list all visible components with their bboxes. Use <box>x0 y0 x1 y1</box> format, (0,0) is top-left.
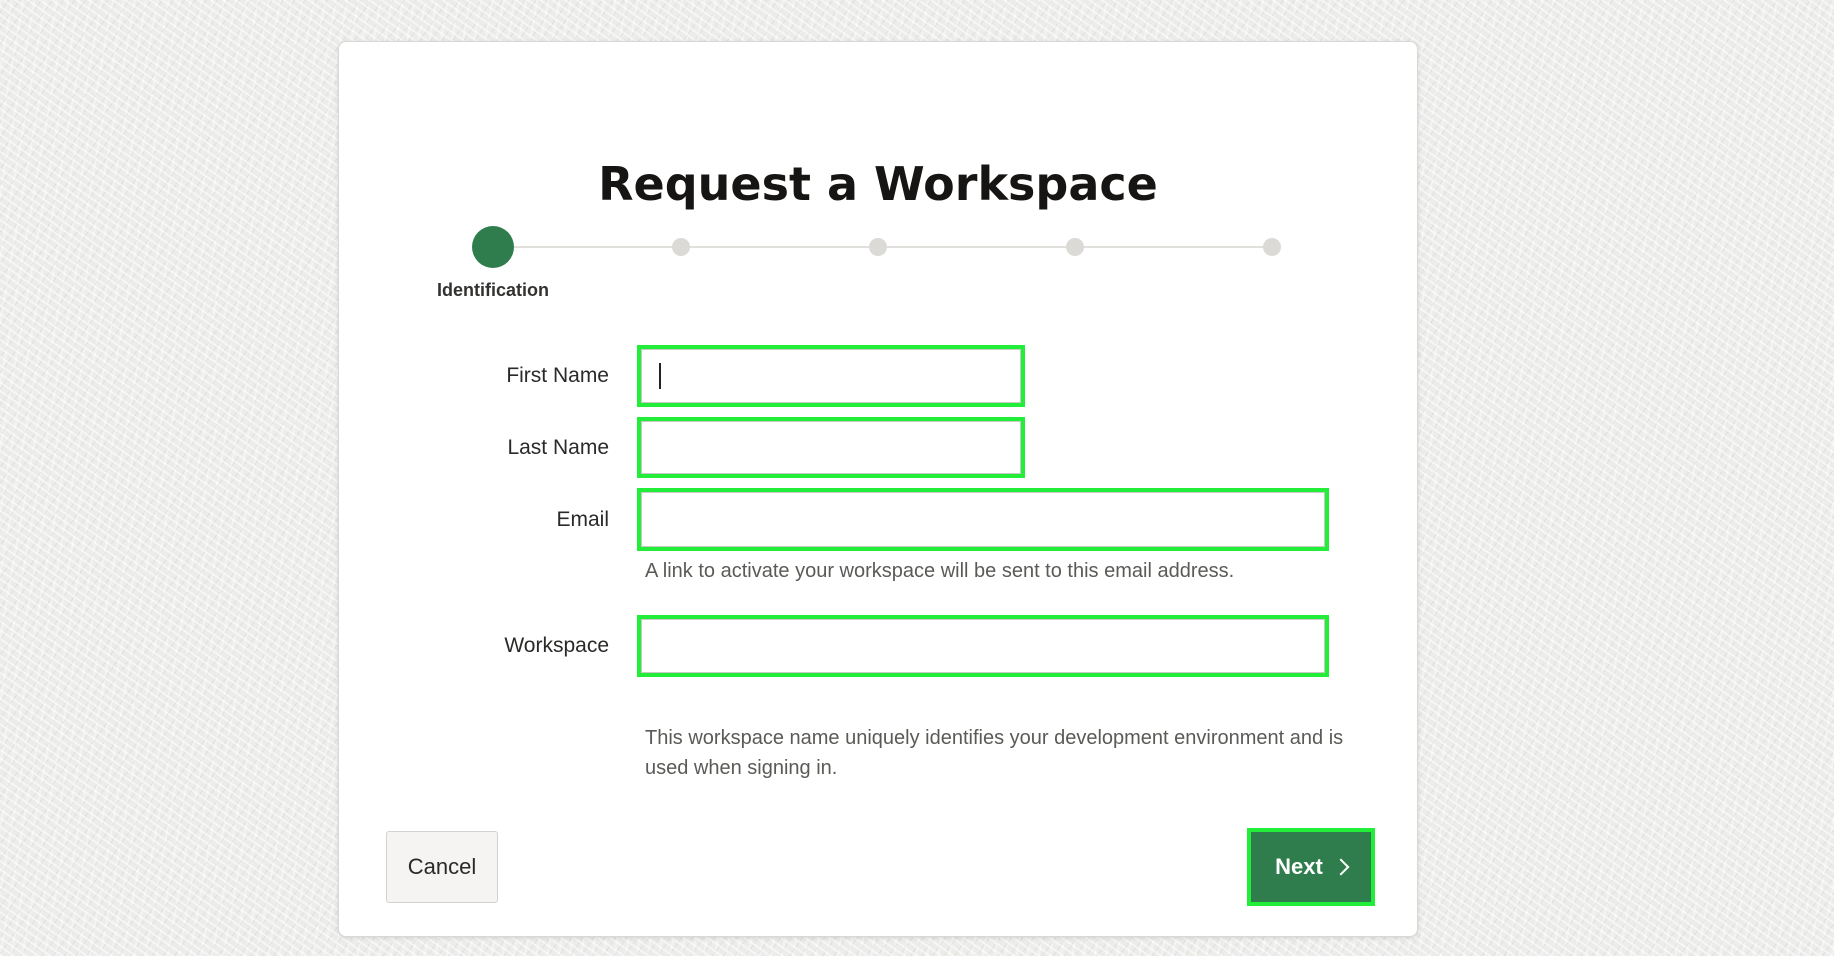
next-button[interactable]: Next <box>1247 828 1375 906</box>
wizard-step-5[interactable] <box>1263 238 1281 256</box>
last-name-input[interactable] <box>641 421 1021 474</box>
wizard-step-3[interactable] <box>869 238 887 256</box>
first-name-field-wrapper <box>637 345 1025 407</box>
workspace-label: Workspace <box>504 634 609 657</box>
last-name-field-wrapper <box>637 417 1025 478</box>
text-cursor <box>659 363 661 389</box>
request-workspace-dialog: Request a Workspace Identification First… <box>338 41 1418 937</box>
first-name-input[interactable] <box>641 349 1021 403</box>
first-name-label: First Name <box>506 364 609 387</box>
workspace-field-wrapper <box>637 615 1329 677</box>
wizard-step-identification[interactable] <box>472 226 514 268</box>
page-title: Request a Workspace <box>598 157 1158 211</box>
email-label: Email <box>556 508 609 531</box>
last-name-label: Last Name <box>507 436 609 459</box>
email-help-text: A link to activate your workspace will b… <box>645 560 1235 582</box>
wizard-step-4[interactable] <box>1066 238 1084 256</box>
email-field-wrapper <box>637 488 1329 551</box>
workspace-input[interactable] <box>641 619 1325 673</box>
cancel-button[interactable]: Cancel <box>386 831 498 903</box>
wizard-step-2[interactable] <box>672 238 690 256</box>
next-button-label: Next <box>1275 854 1323 879</box>
wizard-step-label: Identification <box>437 280 549 300</box>
email-input[interactable] <box>641 492 1325 547</box>
chevron-right-icon <box>1332 858 1350 876</box>
workspace-help-text: This workspace name uniquely identifies … <box>645 727 1344 779</box>
